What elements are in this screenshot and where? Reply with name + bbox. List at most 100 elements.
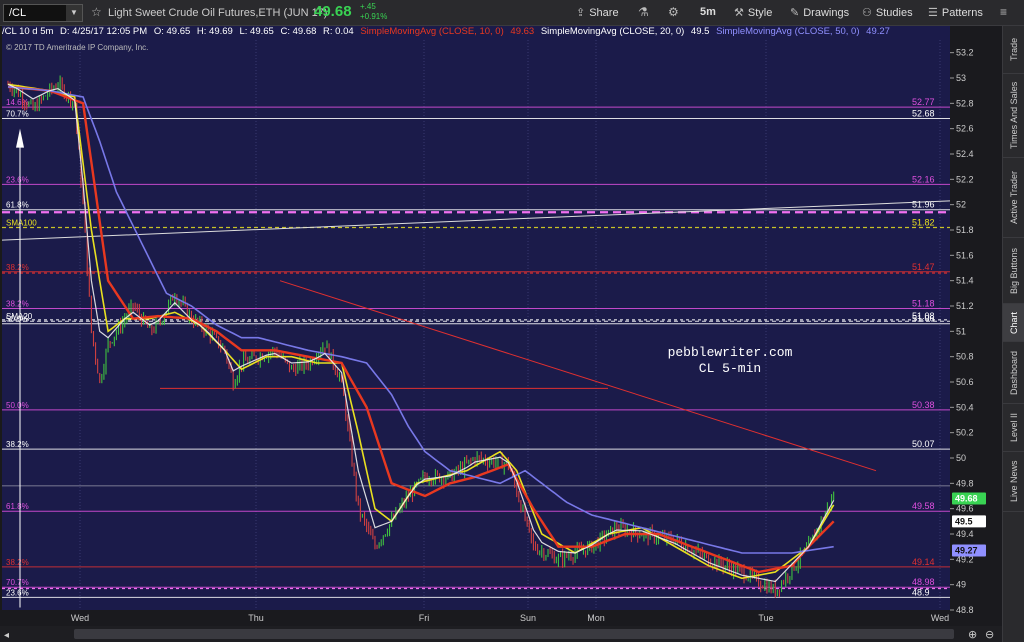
right-panel: Trade Times And Sales Active Trader Big … [1002, 26, 1024, 642]
share-button[interactable]: ⇪ Share [576, 6, 619, 19]
level-label: 70.7% [6, 578, 29, 587]
star-icon[interactable]: ☆ [91, 5, 102, 19]
y-tick-label: 52.8 [956, 98, 974, 108]
style-icon: ⚒ [734, 7, 744, 19]
tab-dashboard[interactable]: Dashboard [1003, 342, 1024, 404]
x-tick-label: Sun [520, 613, 536, 623]
level-label: 38.2% [6, 300, 29, 309]
symbol-description: Light Sweet Crude Oil Futures,ETH (JUN 1… [108, 7, 328, 19]
y-tick-label: 51.8 [956, 225, 974, 235]
tab-trade[interactable]: Trade [1003, 26, 1024, 74]
level-label: 38.2% [6, 440, 29, 449]
price-chart[interactable]: Wed Thu Fri Sun Mon Tue Wed48.84949.249.449.64… [0, 26, 1002, 642]
level-label: 50.0% [6, 315, 29, 324]
copyright-text: © 2017 TD Ameritrade IP Company, Inc. [6, 43, 149, 52]
scroll-left-icon[interactable]: ◂ [4, 630, 9, 641]
y-tick-label: 48.8 [956, 605, 974, 615]
y-tick-label: 50.8 [956, 352, 974, 362]
zoom-in-icon[interactable]: ⊕ [968, 628, 977, 641]
level-value: 51.82 [912, 217, 935, 227]
y-tick-label: 53 [956, 73, 966, 83]
style-button[interactable]: ⚒ Style [734, 6, 772, 19]
info-bar: /CL 10 d 5m D: 4/25/17 12:05 PM O: 49.65… [2, 26, 952, 40]
tab-big-buttons[interactable]: Big Buttons [1003, 238, 1024, 304]
toolbar: /CL ▼ ☆ Light Sweet Crude Oil Futures,ET… [0, 0, 1024, 26]
level-value: 52.77 [912, 97, 935, 107]
bar-open: O: 49.65 [153, 26, 191, 37]
price-change: +.45 +0.91% [360, 2, 387, 22]
y-tick-label: 52 [956, 200, 966, 210]
level-value: 51.47 [912, 262, 935, 272]
y-tick-label: 50.4 [956, 402, 974, 412]
sma50-value: 49.27 [866, 26, 890, 37]
y-tick-label: 53.2 [956, 48, 974, 58]
y-tick-label: 51.6 [956, 250, 974, 260]
level-label: 14.6% [6, 98, 29, 107]
y-tick-label: 50 [956, 453, 966, 463]
chart-area[interactable]: Wed Thu Fri Sun Mon Tue Wed 48.8 49 49.2 49.4 49.6 4… [0, 26, 1002, 642]
y-tick-label: 51.4 [956, 276, 974, 286]
level-value: 49.58 [912, 501, 935, 511]
net-change: +.45 [360, 2, 376, 11]
drawings-button[interactable]: ✎ Drawings [790, 6, 849, 19]
bar-datetime: D: 4/25/17 12:05 PM [60, 26, 148, 37]
share-icon: ⇪ [576, 7, 586, 19]
patterns-icon: ☰ [928, 7, 938, 19]
sma10-label: SimpleMovingAvg (CLOSE, 10, 0) [360, 26, 504, 37]
y-tick-label: 49 [956, 580, 966, 590]
menu-icon[interactable]: ≡ [1000, 5, 1007, 19]
x-tick-label: Tue [758, 613, 773, 623]
level-value: 49.14 [912, 557, 935, 567]
timeframe-button[interactable]: 5m [700, 6, 716, 18]
y-tick-label: 52.6 [956, 124, 974, 134]
scrollbar-thumb [74, 629, 954, 639]
price-tag: 49.27 [955, 545, 978, 555]
flask-icon[interactable]: ⚗ [638, 5, 649, 19]
level-value: 50.07 [912, 439, 935, 449]
sma10-value: 49.63 [510, 26, 535, 37]
gear-icon[interactable]: ⚙ [668, 5, 679, 19]
level-value: 51.18 [912, 299, 935, 309]
x-tick-label: Wed [931, 613, 949, 623]
zoom-out-icon[interactable]: ⊖ [985, 628, 994, 641]
sma20-value: 49.5 [690, 26, 710, 37]
price-tag: 49.68 [955, 494, 978, 504]
tab-live-news[interactable]: Live News [1003, 452, 1024, 512]
studies-button[interactable]: ⚇ Studies [862, 6, 913, 19]
tab-active-trader[interactable]: Active Trader [1003, 158, 1024, 238]
y-tick-label: 50.6 [956, 377, 974, 387]
price-tag: 49.5 [955, 516, 973, 526]
level-label: 38.2% [6, 558, 29, 567]
symbol-input[interactable]: /CL ▼ [3, 4, 83, 22]
level-label: 23.6% [6, 588, 29, 597]
level-value: 50.38 [912, 400, 935, 410]
level-label: SMA100 [6, 218, 37, 227]
level-label: 23.6% [6, 175, 29, 184]
y-tick-label: 49.8 [956, 478, 974, 488]
x-tick-label: Fri [419, 613, 430, 623]
watermark-text: CL 5-min [699, 361, 761, 376]
level-label: 61.8% [6, 201, 29, 210]
level-label: 61.8% [6, 502, 29, 511]
y-tick-label: 51.2 [956, 301, 974, 311]
x-tick-label: Wed [71, 613, 89, 623]
bar-range: R: 0.04 [323, 26, 354, 37]
chevron-down-icon[interactable]: ▼ [66, 5, 82, 21]
y-tick-label: 49.4 [956, 529, 974, 539]
x-tick-label: Mon [587, 613, 605, 623]
tab-times-and-sales[interactable]: Times And Sales [1003, 74, 1024, 158]
x-tick-label: Thu [248, 613, 264, 623]
y-tick-label: 52.2 [956, 174, 974, 184]
level-label: 50.0% [6, 401, 29, 410]
y-tick-label: 49.6 [956, 504, 974, 514]
watermark-text: pebblewriter.com [668, 345, 793, 360]
level-value: 52.16 [912, 174, 935, 184]
bar-low: L: 49.65 [239, 26, 274, 37]
patterns-button[interactable]: ☰ Patterns [928, 6, 983, 19]
tab-level-ii[interactable]: Level II [1003, 404, 1024, 452]
sma50-label: SimpleMovingAvg (CLOSE, 50, 0) [716, 26, 860, 37]
last-price: 49.68 [314, 3, 352, 20]
studies-icon: ⚇ [862, 7, 872, 19]
tab-chart[interactable]: Chart [1003, 304, 1024, 342]
level-value: 52.68 [912, 109, 935, 119]
